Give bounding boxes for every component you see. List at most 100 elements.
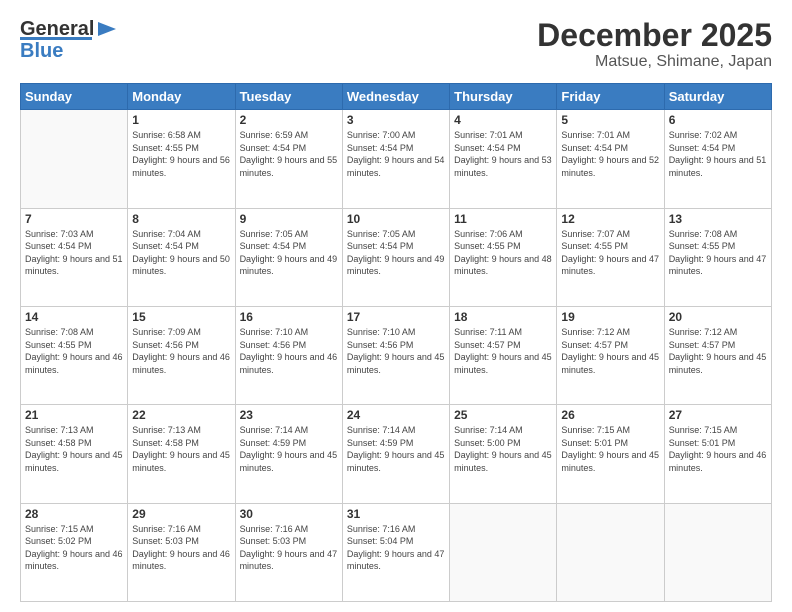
day-info: Sunrise: 7:08 AMSunset: 4:55 PMDaylight:… — [669, 228, 767, 278]
day-number: 13 — [669, 212, 767, 226]
col-header-thursday: Thursday — [450, 84, 557, 110]
day-info: Sunrise: 7:16 AMSunset: 5:03 PMDaylight:… — [240, 523, 338, 573]
location: Matsue, Shimane, Japan — [537, 53, 772, 71]
day-number: 23 — [240, 408, 338, 422]
day-number: 12 — [561, 212, 659, 226]
col-header-friday: Friday — [557, 84, 664, 110]
day-number: 10 — [347, 212, 445, 226]
header: General Blue December 2025 Matsue, Shima… — [20, 18, 772, 71]
day-info: Sunrise: 7:09 AMSunset: 4:56 PMDaylight:… — [132, 326, 230, 376]
day-number: 16 — [240, 310, 338, 324]
col-header-sunday: Sunday — [21, 84, 128, 110]
day-info: Sunrise: 7:14 AMSunset: 4:59 PMDaylight:… — [347, 424, 445, 474]
day-number: 24 — [347, 408, 445, 422]
day-number: 28 — [25, 507, 123, 521]
calendar-cell: 22 Sunrise: 7:13 AMSunset: 4:58 PMDayligh… — [128, 405, 235, 503]
day-number: 17 — [347, 310, 445, 324]
calendar-cell: 13 Sunrise: 7:08 AMSunset: 4:55 PMDayligh… — [664, 208, 771, 306]
day-info: Sunrise: 7:12 AMSunset: 4:57 PMDaylight:… — [669, 326, 767, 376]
day-number: 21 — [25, 408, 123, 422]
day-number: 4 — [454, 113, 552, 127]
day-info: Sunrise: 7:12 AMSunset: 4:57 PMDaylight:… — [561, 326, 659, 376]
day-number: 8 — [132, 212, 230, 226]
day-number: 18 — [454, 310, 552, 324]
day-number: 25 — [454, 408, 552, 422]
day-info: Sunrise: 7:16 AMSunset: 5:04 PMDaylight:… — [347, 523, 445, 573]
calendar-cell: 14 Sunrise: 7:08 AMSunset: 4:55 PMDayligh… — [21, 306, 128, 404]
calendar-cell: 28 Sunrise: 7:15 AMSunset: 5:02 PMDayligh… — [21, 503, 128, 601]
calendar-cell: 27 Sunrise: 7:15 AMSunset: 5:01 PMDayligh… — [664, 405, 771, 503]
day-info: Sunrise: 7:07 AMSunset: 4:55 PMDaylight:… — [561, 228, 659, 278]
col-header-tuesday: Tuesday — [235, 84, 342, 110]
day-info: Sunrise: 7:13 AMSunset: 4:58 PMDaylight:… — [25, 424, 123, 474]
day-number: 11 — [454, 212, 552, 226]
calendar-cell — [450, 503, 557, 601]
day-info: Sunrise: 7:15 AMSunset: 5:02 PMDaylight:… — [25, 523, 123, 573]
day-info: Sunrise: 7:14 AMSunset: 5:00 PMDaylight:… — [454, 424, 552, 474]
calendar-cell: 3 Sunrise: 7:00 AMSunset: 4:54 PMDaylight… — [342, 110, 449, 208]
calendar-cell: 23 Sunrise: 7:14 AMSunset: 4:59 PMDayligh… — [235, 405, 342, 503]
day-number: 26 — [561, 408, 659, 422]
calendar-cell: 17 Sunrise: 7:10 AMSunset: 4:56 PMDayligh… — [342, 306, 449, 404]
day-info: Sunrise: 7:05 AMSunset: 4:54 PMDaylight:… — [347, 228, 445, 278]
day-number: 3 — [347, 113, 445, 127]
calendar-cell: 19 Sunrise: 7:12 AMSunset: 4:57 PMDayligh… — [557, 306, 664, 404]
day-info: Sunrise: 7:15 AMSunset: 5:01 PMDaylight:… — [669, 424, 767, 474]
day-number: 30 — [240, 507, 338, 521]
day-info: Sunrise: 7:03 AMSunset: 4:54 PMDaylight:… — [25, 228, 123, 278]
calendar-cell: 29Sunrise: 7:16 AMSunset: 5:03 PMDayligh… — [128, 503, 235, 601]
title-area: December 2025 Matsue, Shimane, Japan — [537, 18, 772, 71]
day-info: Sunrise: 7:13 AMSunset: 4:58 PMDaylight:… — [132, 424, 230, 474]
calendar-table: SundayMondayTuesdayWednesdayThursdayFrid… — [20, 83, 772, 602]
day-number: 1 — [132, 113, 230, 127]
day-info: Sunrise: 6:58 AMSunset: 4:55 PMDaylight:… — [132, 129, 230, 179]
day-info: Sunrise: 7:06 AMSunset: 4:55 PMDaylight:… — [454, 228, 552, 278]
calendar-cell: 1 Sunrise: 6:58 AMSunset: 4:55 PMDaylight… — [128, 110, 235, 208]
page: General Blue December 2025 Matsue, Shima… — [0, 0, 792, 612]
day-info: Sunrise: 7:15 AMSunset: 5:01 PMDaylight:… — [561, 424, 659, 474]
day-number: 27 — [669, 408, 767, 422]
calendar-cell: 15Sunrise: 7:09 AMSunset: 4:56 PMDayligh… — [128, 306, 235, 404]
col-header-monday: Monday — [128, 84, 235, 110]
day-number: 22 — [132, 408, 230, 422]
day-info: Sunrise: 7:01 AMSunset: 4:54 PMDaylight:… — [561, 129, 659, 179]
month-title: December 2025 — [537, 18, 772, 53]
calendar-cell: 12 Sunrise: 7:07 AMSunset: 4:55 PMDayligh… — [557, 208, 664, 306]
calendar-cell: 10 Sunrise: 7:05 AMSunset: 4:54 PMDayligh… — [342, 208, 449, 306]
col-header-wednesday: Wednesday — [342, 84, 449, 110]
calendar-cell: 9 Sunrise: 7:05 AMSunset: 4:54 PMDaylight… — [235, 208, 342, 306]
day-info: Sunrise: 7:00 AMSunset: 4:54 PMDaylight:… — [347, 129, 445, 179]
day-info: Sunrise: 7:02 AMSunset: 4:54 PMDaylight:… — [669, 129, 767, 179]
day-number: 9 — [240, 212, 338, 226]
day-number: 31 — [347, 507, 445, 521]
day-number: 2 — [240, 113, 338, 127]
day-number: 6 — [669, 113, 767, 127]
day-info: Sunrise: 7:10 AMSunset: 4:56 PMDaylight:… — [347, 326, 445, 376]
day-number: 20 — [669, 310, 767, 324]
calendar-cell: 20 Sunrise: 7:12 AMSunset: 4:57 PMDayligh… — [664, 306, 771, 404]
day-number: 19 — [561, 310, 659, 324]
day-info: Sunrise: 7:08 AMSunset: 4:55 PMDaylight:… — [25, 326, 123, 376]
calendar-cell: 4 Sunrise: 7:01 AMSunset: 4:54 PMDaylight… — [450, 110, 557, 208]
calendar-cell: 26 Sunrise: 7:15 AMSunset: 5:01 PMDayligh… — [557, 405, 664, 503]
calendar-cell: 5 Sunrise: 7:01 AMSunset: 4:54 PMDaylight… — [557, 110, 664, 208]
day-number: 7 — [25, 212, 123, 226]
day-info: Sunrise: 7:16 AMSunset: 5:03 PMDaylight:… — [132, 523, 230, 573]
day-info: Sunrise: 7:04 AMSunset: 4:54 PMDaylight:… — [132, 228, 230, 278]
logo-arrow-icon — [96, 18, 118, 40]
calendar-cell — [21, 110, 128, 208]
calendar-cell: 31 Sunrise: 7:16 AMSunset: 5:04 PMDayligh… — [342, 503, 449, 601]
day-info: Sunrise: 7:14 AMSunset: 4:59 PMDaylight:… — [240, 424, 338, 474]
calendar-cell: 11 Sunrise: 7:06 AMSunset: 4:55 PMDayligh… — [450, 208, 557, 306]
col-header-saturday: Saturday — [664, 84, 771, 110]
day-info: Sunrise: 7:01 AMSunset: 4:54 PMDaylight:… — [454, 129, 552, 179]
day-number: 14 — [25, 310, 123, 324]
calendar-cell: 7 Sunrise: 7:03 AMSunset: 4:54 PMDaylight… — [21, 208, 128, 306]
day-info: Sunrise: 6:59 AMSunset: 4:54 PMDaylight:… — [240, 129, 338, 179]
calendar-cell: 8 Sunrise: 7:04 AMSunset: 4:54 PMDaylight… — [128, 208, 235, 306]
calendar-cell: 21 Sunrise: 7:13 AMSunset: 4:58 PMDayligh… — [21, 405, 128, 503]
day-number: 5 — [561, 113, 659, 127]
day-info: Sunrise: 7:05 AMSunset: 4:54 PMDaylight:… — [240, 228, 338, 278]
calendar-cell: 18Sunrise: 7:11 AMSunset: 4:57 PMDayligh… — [450, 306, 557, 404]
logo-blue-text: Blue — [20, 40, 63, 63]
